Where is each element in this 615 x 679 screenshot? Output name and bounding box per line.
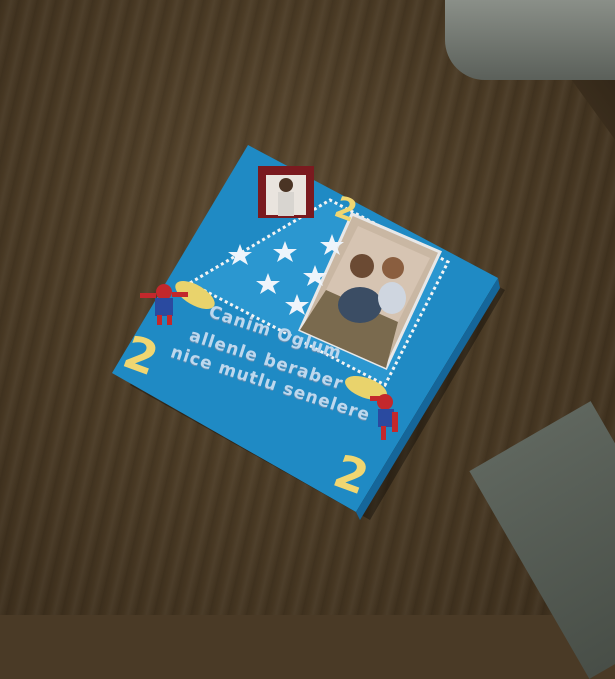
cake-topper-head	[279, 178, 293, 192]
cake-topper-body	[278, 192, 294, 216]
photo-person-father-body	[338, 287, 382, 323]
photo-person-child-body	[378, 282, 406, 314]
scene: 2 2 2 Canim Oglum allenle beraber nice m…	[0, 0, 615, 679]
cake-illustration: 2 2 2	[112, 145, 505, 520]
photo-person-child-head	[382, 257, 404, 279]
photo-person-father-head	[350, 254, 374, 278]
